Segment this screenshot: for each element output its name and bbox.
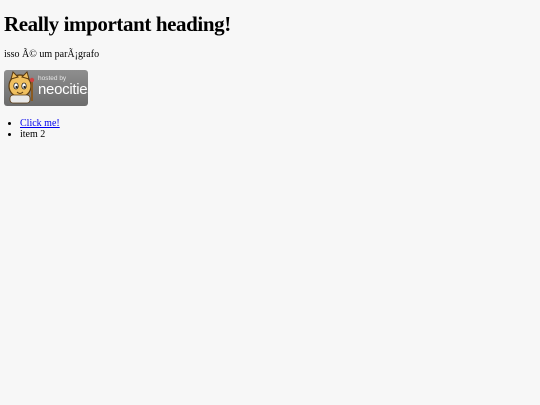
list-item: Click me! <box>20 118 536 129</box>
page-heading: Really important heading! <box>4 12 231 36</box>
paragraph-text: isso Ã© um parÃ¡grafo <box>4 49 100 60</box>
page-content: Really important heading! isso Ã© um par… <box>0 11 540 140</box>
list-item: item 2 <box>20 129 536 140</box>
neocities-cat-icon <box>8 71 35 104</box>
badge-brand-text: neocities <box>38 81 88 98</box>
neocities-badge-link[interactable]: hosted by neocities <box>4 70 88 106</box>
click-me-link[interactable]: Click me! <box>20 118 60 129</box>
item-list: Click me! item 2 <box>4 118 536 140</box>
